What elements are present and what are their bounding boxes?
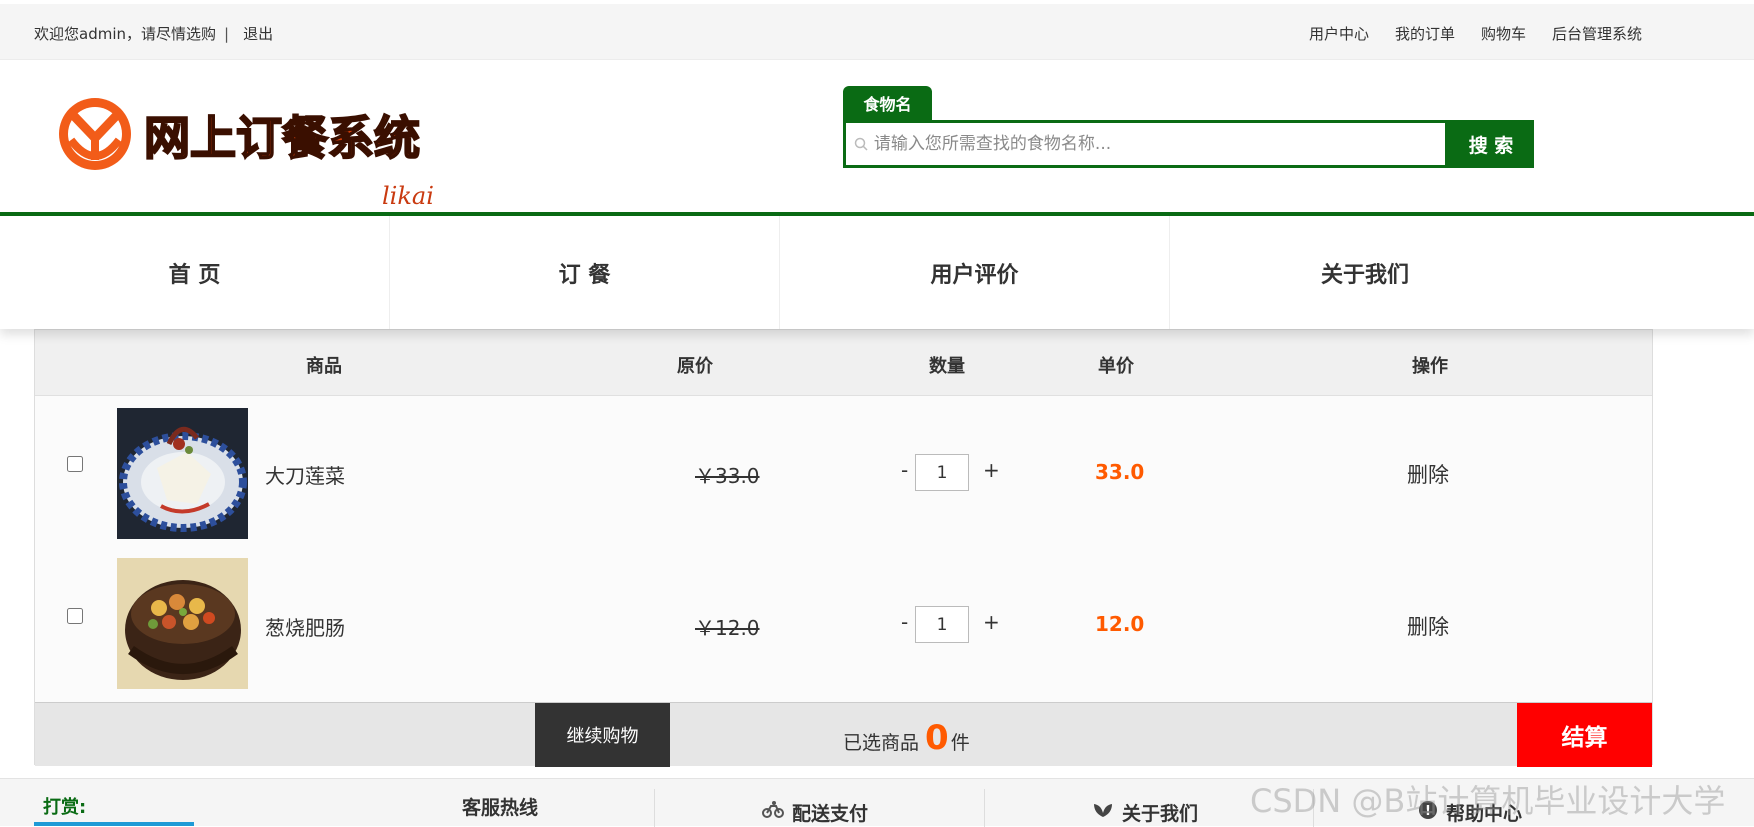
- selected-prefix: 已选商品: [843, 732, 920, 754]
- top-bar-links: 用户中心 我的订单 购物车 后台管理系统: [1309, 23, 1642, 44]
- search-input[interactable]: [871, 124, 1445, 164]
- nav-about[interactable]: 关于我们: [1170, 216, 1560, 329]
- welcome-text: 欢迎您admin，请尽情选购: [34, 25, 217, 43]
- selected-suffix: 件: [950, 732, 970, 754]
- cart-link[interactable]: 购物车: [1481, 23, 1526, 44]
- col-unit-price: 单价: [1098, 356, 1134, 377]
- delete-button[interactable]: 删除: [1407, 459, 1449, 489]
- col-quantity: 数量: [929, 356, 965, 377]
- leaf-icon: [1092, 801, 1114, 824]
- product-name[interactable]: 大刀莲菜: [265, 460, 345, 489]
- footer-hotline[interactable]: 客服热线: [462, 793, 538, 820]
- quantity-input[interactable]: [915, 606, 969, 643]
- site-logo[interactable]: 网上订餐系统 likai: [52, 92, 452, 212]
- checkout-button[interactable]: 结算: [1517, 703, 1652, 767]
- dish-image: [117, 408, 248, 539]
- footer-divider: [984, 789, 985, 827]
- decrease-button[interactable]: -: [901, 458, 908, 482]
- cart-row: 大刀莲菜 ￥33.0 - + 33.0 删除: [35, 400, 1652, 550]
- dish-image: [117, 558, 248, 689]
- original-price: ￥12.0: [695, 616, 760, 640]
- continue-shopping-button[interactable]: 继续购物: [535, 703, 670, 767]
- selected-count: 0: [925, 718, 949, 758]
- about-label: 关于我们: [1122, 803, 1199, 825]
- delete-button[interactable]: 删除: [1407, 611, 1449, 641]
- cart-row: 葱烧肥肠 ￥12.0 - + 12.0 删除: [35, 552, 1652, 702]
- tip-label: 打赏:: [43, 797, 87, 818]
- increase-button[interactable]: +: [983, 610, 1000, 634]
- logout-link[interactable]: 退出: [243, 23, 273, 44]
- footer-about[interactable]: 关于我们: [1092, 799, 1198, 826]
- selected-summary: 已选商品 0 件: [843, 721, 970, 755]
- search-icon: [850, 137, 872, 151]
- product-name[interactable]: 葱烧肥肠: [265, 612, 345, 641]
- col-product: 商品: [306, 356, 342, 377]
- user-center-link[interactable]: 用户中心: [1309, 23, 1369, 44]
- top-bar: 欢迎您admin，请尽情选购 | 退出 用户中心 我的订单 购物车 后台管理系统: [0, 4, 1754, 60]
- help-label: 帮助中心: [1446, 803, 1523, 825]
- footer-divider: [654, 789, 655, 827]
- cart-header: 商品 原价 数量 单价 操作: [35, 330, 1652, 396]
- increase-button[interactable]: +: [983, 458, 1000, 482]
- svg-text:网上订餐系统: 网上订餐系统: [144, 111, 420, 165]
- quantity-input[interactable]: [915, 454, 969, 491]
- item-checkbox[interactable]: [67, 608, 83, 624]
- shopping-cart: 商品 原价 数量 单价 操作 大刀莲菜 ￥33.0 - + 33.0: [34, 329, 1653, 767]
- item-checkbox[interactable]: [67, 456, 83, 472]
- bike-icon: [762, 801, 784, 824]
- cart-footer: 继续购物 已选商品 0 件 结算: [35, 702, 1652, 767]
- unit-price: 12.0: [1095, 612, 1145, 636]
- search-button[interactable]: 搜 索: [1448, 120, 1534, 168]
- original-price: ￥33.0: [695, 464, 760, 488]
- svg-text:likai: likai: [382, 182, 434, 210]
- col-original-price: 原价: [677, 356, 713, 377]
- col-action: 操作: [1412, 356, 1448, 377]
- nav-order[interactable]: 订 餐: [390, 216, 780, 329]
- nav-home[interactable]: 首 页: [0, 216, 390, 329]
- my-orders-link[interactable]: 我的订单: [1395, 23, 1455, 44]
- footer: 打赏: 客服热线 配送支付 关于我们 ! 帮助中心: [0, 778, 1754, 827]
- decrease-button[interactable]: -: [901, 610, 908, 634]
- search-box: [843, 120, 1448, 168]
- footer-divider: [1313, 789, 1314, 827]
- help-icon: !: [1418, 800, 1438, 825]
- search-tab-food-name[interactable]: 食物名: [843, 86, 932, 120]
- nav-reviews[interactable]: 用户评价: [780, 216, 1170, 329]
- separator: |: [224, 24, 230, 43]
- top-bar-left: 欢迎您admin，请尽情选购 | 退出: [34, 23, 273, 44]
- tip-underline: [34, 822, 194, 826]
- svg-text:!: !: [1425, 804, 1431, 819]
- delivery-label: 配送支付: [792, 803, 869, 825]
- admin-system-link[interactable]: 后台管理系统: [1552, 23, 1642, 44]
- footer-delivery[interactable]: 配送支付: [762, 799, 868, 826]
- header: 网上订餐系统 likai 食物名 搜 索: [0, 60, 1754, 216]
- unit-price: 33.0: [1095, 460, 1145, 484]
- hotline-label: 客服热线: [462, 797, 539, 819]
- footer-help[interactable]: ! 帮助中心: [1418, 799, 1522, 826]
- main-nav: 首 页 订 餐 用户评价 关于我们: [0, 216, 1754, 329]
